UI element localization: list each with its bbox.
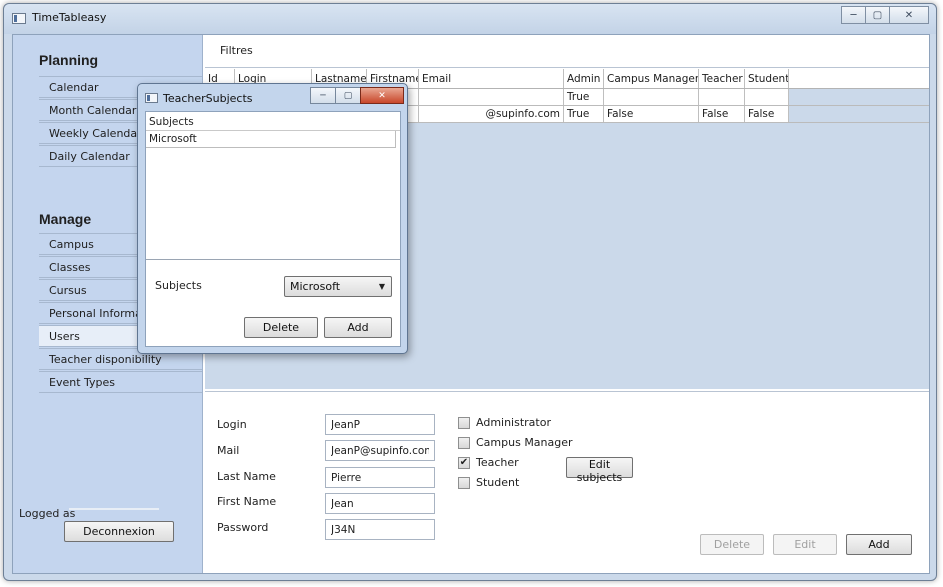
student-checkbox[interactable] [458, 476, 470, 489]
dialog-delete-button[interactable]: Delete [244, 317, 318, 338]
manage-heading: Manage [39, 211, 92, 227]
logged-user-name [69, 508, 159, 510]
cell-teacher [699, 89, 745, 105]
student-label: Student [476, 476, 520, 489]
cell-student [745, 89, 789, 105]
campus-manager-checkbox-row[interactable]: Campus Manager [458, 436, 573, 449]
filters-bar[interactable]: Filtres [205, 35, 929, 68]
cell-campus-manager: False [604, 106, 699, 122]
lastname-input[interactable] [325, 467, 435, 488]
firstname-input[interactable] [325, 493, 435, 514]
column-header-teacher[interactable]: Teacher [699, 69, 745, 88]
student-checkbox-row[interactable]: Student [458, 476, 519, 489]
subjects-list-header[interactable]: Subjects [146, 112, 400, 131]
add-button[interactable]: Add [846, 534, 912, 555]
maximize-icon[interactable]: ▢ [865, 6, 890, 24]
dialog-app-icon [145, 93, 158, 103]
dialog-add-button[interactable]: Add [324, 317, 392, 338]
dialog-minimize-icon[interactable]: ─ [310, 87, 336, 104]
teacher-label: Teacher [476, 456, 519, 469]
logged-as-label: Logged as [19, 507, 76, 520]
teacher-checkbox[interactable]: ✔ [458, 456, 470, 469]
column-header-email[interactable]: Email [419, 69, 564, 88]
column-header-student[interactable]: Student [745, 69, 789, 88]
deconnexion-button[interactable]: Deconnexion [64, 521, 174, 542]
sidebar-item-event-types[interactable]: Event Types [39, 371, 202, 393]
mail-input[interactable] [325, 440, 435, 461]
cell-admin: True [564, 89, 604, 105]
administrator-label: Administrator [476, 416, 551, 429]
cell-email [419, 89, 564, 105]
teacher-subjects-dialog: TeacherSubjects ─ ▢ ✕ Subjects Microsoft… [137, 83, 408, 354]
administrator-checkbox[interactable] [458, 416, 470, 429]
dialog-client-area: Subjects Microsoft Subjects Microsoft ▼ … [145, 111, 401, 347]
dialog-close-icon[interactable]: ✕ [360, 87, 404, 104]
window-title: TimeTableasy [32, 11, 107, 24]
dialog-window-controls: ─ ▢ ✕ [310, 87, 404, 104]
list-item[interactable]: Microsoft [146, 131, 396, 148]
firstname-label: First Name [217, 495, 277, 508]
subjects-label: Subjects [155, 279, 202, 292]
cell-campus-manager [604, 89, 699, 105]
dialog-title: TeacherSubjects [163, 92, 253, 105]
mail-label: Mail [217, 444, 240, 457]
login-label: Login [217, 418, 247, 431]
campus-manager-label: Campus Manager [476, 436, 573, 449]
subjects-select-value: Microsoft [290, 280, 341, 293]
title-bar[interactable]: TimeTableasy ─ ▢ ✕ [4, 4, 936, 34]
administrator-checkbox-row[interactable]: Administrator [458, 416, 551, 429]
edit-subjects-button[interactable]: Edit subjects [566, 457, 633, 484]
window-controls: ─ ▢ ✕ [841, 6, 929, 24]
cell-email: @supinfo.com [419, 106, 564, 122]
delete-button[interactable]: Delete [700, 534, 764, 555]
subjects-select[interactable]: Microsoft ▼ [284, 276, 392, 297]
close-icon[interactable]: ✕ [889, 6, 929, 24]
column-header-campus-manager[interactable]: Campus Manager [604, 69, 699, 88]
dialog-maximize-icon[interactable]: ▢ [335, 87, 361, 104]
lastname-label: Last Name [217, 470, 276, 483]
filters-label: Filtres [220, 44, 253, 57]
cell-teacher: False [699, 106, 745, 122]
chevron-down-icon: ▼ [378, 282, 385, 291]
column-header-admin[interactable]: Admin [564, 69, 604, 88]
campus-manager-checkbox[interactable] [458, 436, 470, 449]
password-input[interactable] [325, 519, 435, 540]
cell-student: False [745, 106, 789, 122]
password-label: Password [217, 521, 269, 534]
planning-heading: Planning [39, 52, 99, 68]
minimize-icon[interactable]: ─ [841, 6, 866, 24]
user-form: Login Mail Last Name First Name Password… [205, 391, 929, 573]
edit-button[interactable]: Edit [773, 534, 837, 555]
subjects-list[interactable]: Subjects Microsoft [146, 112, 400, 260]
login-input[interactable] [325, 414, 435, 435]
app-icon [12, 13, 26, 24]
cell-admin: True [564, 106, 604, 122]
teacher-checkbox-row[interactable]: ✔ Teacher [458, 456, 519, 469]
